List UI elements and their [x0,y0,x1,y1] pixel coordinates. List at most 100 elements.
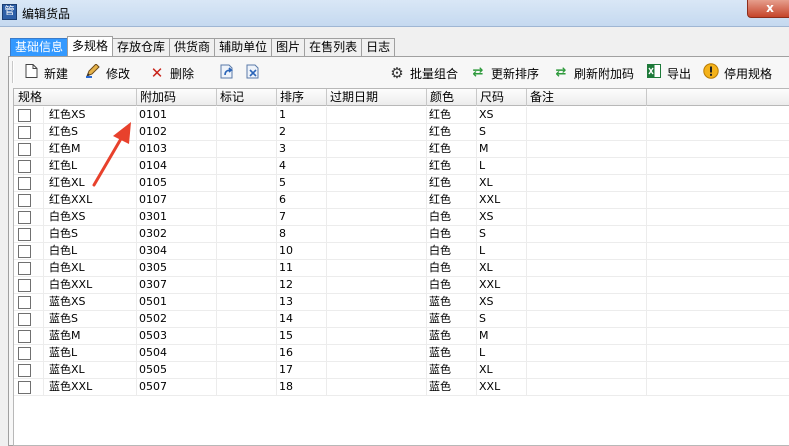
tab-basic-info[interactable]: 基础信息 [10,38,69,56]
col-color[interactable]: 颜色 [427,89,477,106]
cell-mark [217,175,277,192]
new-button[interactable]: 新建 [23,63,68,83]
cell-size: L [477,158,527,175]
col-spec[interactable]: 规格 [14,89,137,106]
title-bar: 管 编辑货品 x [0,0,789,27]
col-mark[interactable]: 标记 [217,89,277,106]
cell-check [14,294,44,311]
edit-button[interactable]: 修改 [85,63,130,83]
table-row[interactable]: 蓝色M 0503 15 蓝色 M [14,328,789,345]
table-row[interactable]: 白色XS 0301 7 白色 XS [14,209,789,226]
cell-size: S [477,124,527,141]
cell-color: 蓝色 [427,294,477,311]
cell-extra-code: 0105 [137,175,217,192]
cell-sort: 16 [277,345,327,362]
cell-check [14,175,44,192]
tab-supplier[interactable]: 供货商 [169,38,216,56]
cell-expiry [327,277,427,294]
move-down-icon [245,64,261,83]
cell-color: 红色 [427,192,477,209]
table-row[interactable]: 蓝色XL 0505 17 蓝色 XL [14,362,789,379]
export-button[interactable]: 导出 [646,63,691,83]
close-button[interactable]: x [747,0,789,18]
cell-remark [527,158,647,175]
cell-check [14,107,44,124]
move-up-icon [219,64,235,83]
cell-color: 红色 [427,107,477,124]
cell-spec: 白色XS [44,209,137,226]
cell-spec: 红色XL [44,175,137,192]
move-up-button[interactable] [219,63,240,83]
cell-color: 红色 [427,141,477,158]
table-row[interactable]: 蓝色XS 0501 13 蓝色 XS [14,294,789,311]
pencil-icon [85,63,101,82]
cell-size: XL [477,362,527,379]
cell-color: 白色 [427,260,477,277]
table-row[interactable]: 红色XXL 0107 6 红色 XXL [14,192,789,209]
table-header: 规格 附加码 标记 排序 过期日期 颜色 尺码 备注 [14,89,789,106]
table-row[interactable]: 红色M 0103 3 红色 M [14,141,789,158]
cell-extra-code: 0502 [137,311,217,328]
tab-log[interactable]: 日志 [361,38,396,56]
cell-check [14,277,44,294]
cell-sort: 2 [277,124,327,141]
tab-images[interactable]: 图片 [271,38,306,56]
table-row[interactable]: 红色L 0104 4 红色 L [14,158,789,175]
cell-remark [527,192,647,209]
cell-mark [217,345,277,362]
cell-expiry [327,362,427,379]
col-sort[interactable]: 排序 [277,89,327,106]
tab-multi-spec[interactable]: 多规格 [67,36,114,56]
cell-spec: 红色L [44,158,137,175]
table-row[interactable]: 白色XL 0305 11 白色 XL [14,260,789,277]
table-row[interactable]: 蓝色XXL 0507 18 蓝色 XXL [14,379,789,396]
move-down-button[interactable] [245,63,266,83]
tab-aux-unit[interactable]: 辅助单位 [214,38,273,56]
tab-on-sale-list[interactable]: 在售列表 [304,38,363,56]
table-row[interactable]: 蓝色L 0504 16 蓝色 L [14,345,789,362]
table-row[interactable]: 红色S 0102 2 红色 S [14,124,789,141]
table-row[interactable]: 红色XL 0105 5 红色 XL [14,175,789,192]
cell-remark [527,124,647,141]
cell-color: 蓝色 [427,362,477,379]
tab-storage-warehouse[interactable]: 存放仓库 [112,38,171,56]
table-row[interactable]: 蓝色S 0502 14 蓝色 S [14,311,789,328]
cell-sort: 8 [277,226,327,243]
cell-spec: 红色S [44,124,137,141]
spec-table[interactable]: 规格 附加码 标记 排序 过期日期 颜色 尺码 备注 红色XS 0101 1 红色 XS… [13,88,789,446]
cell-sort: 12 [277,277,327,294]
table-row[interactable]: 红色XS 0101 1 红色 XS [14,107,789,124]
cell-remark [527,209,647,226]
update-sort-button[interactable]: ⇄ 更新排序 [470,63,539,83]
cell-extra-code: 0504 [137,345,217,362]
cell-color: 蓝色 [427,379,477,396]
cell-expiry [327,124,427,141]
col-remark[interactable]: 备注 [527,89,647,106]
cell-sort: 5 [277,175,327,192]
cell-size: XS [477,294,527,311]
table-row[interactable]: 白色L 0304 10 白色 L [14,243,789,260]
cell-expiry [327,192,427,209]
cell-sort: 14 [277,311,327,328]
col-size[interactable]: 尺码 [477,89,527,106]
cell-sort: 10 [277,243,327,260]
disable-spec-button[interactable]: 停用规格 [703,63,772,83]
col-extra-code[interactable]: 附加码 [137,89,217,106]
export-label: 导出 [667,66,692,81]
cell-remark [527,243,647,260]
delete-button[interactable]: ✕ 删除 [149,63,194,83]
cell-spec: 蓝色L [44,345,137,362]
table-row[interactable]: 白色XXL 0307 12 白色 XXL [14,277,789,294]
window-title: 编辑货品 [22,7,71,21]
refresh-code-button[interactable]: ⇄ 刷新附加码 [553,63,634,83]
col-expiry[interactable]: 过期日期 [327,89,427,106]
cell-sort: 18 [277,379,327,396]
batch-combine-button[interactable]: ⚙ 批量组合 [389,63,458,83]
table-row[interactable]: 白色S 0302 8 白色 S [14,226,789,243]
cell-extra-code: 0505 [137,362,217,379]
cell-sort: 15 [277,328,327,345]
cell-expiry [327,158,427,175]
excel-icon [646,64,662,82]
cell-size: XXL [477,277,527,294]
cell-mark [217,107,277,124]
